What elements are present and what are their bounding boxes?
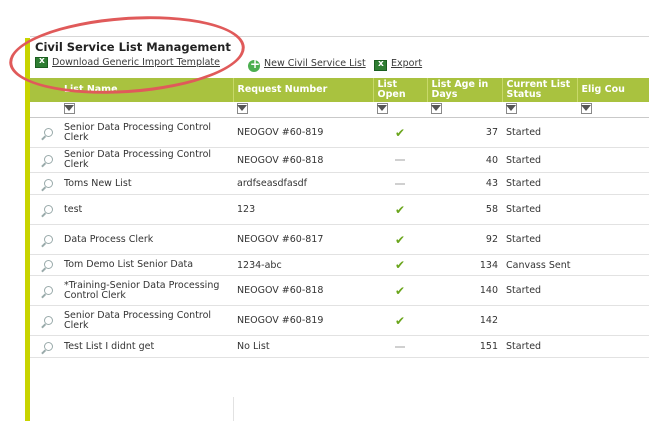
col-header-status[interactable]: Current List Status [502, 78, 578, 102]
list-age: 58 [427, 194, 502, 225]
list-name: Senior Data Processing Control Clerk [64, 121, 212, 143]
add-icon [248, 57, 260, 72]
page-title: Civil Service List Management [35, 40, 231, 54]
new-list-link[interactable]: New Civil Service List [264, 58, 366, 69]
table-row[interactable]: test 123 ✔ 58 Started [30, 194, 649, 225]
request-number: NEOGOV #60-819 [233, 305, 373, 336]
list-status: Started [502, 194, 577, 225]
col-header-request-number[interactable]: Request Number [233, 78, 374, 102]
closed-dash-icon [395, 345, 405, 348]
filter-icon[interactable] [237, 102, 248, 114]
list-name: Senior Data Processing Control Clerk [64, 149, 212, 170]
eligible-count [577, 305, 649, 336]
eligible-count [577, 194, 649, 225]
view-details-icon[interactable] [44, 260, 53, 269]
filter-icon[interactable] [506, 102, 517, 114]
view-details-icon[interactable] [44, 341, 53, 351]
list-age: 151 [427, 335, 502, 358]
table-row[interactable]: Senior Data Processing Control Clerk NEOG… [30, 117, 649, 148]
request-number: NEOGOV #60-818 [233, 147, 373, 173]
col-header-list-age[interactable]: List Age in Days [427, 78, 503, 102]
column-divider [233, 397, 234, 421]
download-template-link[interactable]: Download Generic Import Template [52, 57, 220, 68]
export-excel-icon [374, 59, 387, 71]
list-status: Started [502, 224, 577, 255]
table-row[interactable]: *Training-Senior Data Processing Control… [30, 275, 649, 306]
eligible-count [577, 117, 649, 148]
eligible-count [577, 335, 649, 358]
view-details-icon[interactable] [44, 234, 53, 244]
filter-row [30, 102, 649, 118]
request-number: ardfseasdfasdf [233, 172, 373, 195]
filter-icon[interactable] [431, 102, 442, 114]
list-status: Started [502, 172, 577, 195]
list-age: 43 [427, 172, 502, 195]
view-details-icon[interactable] [44, 204, 53, 214]
request-number: 123 [233, 194, 373, 225]
open-check-icon: ✔ [394, 202, 406, 217]
list-age: 37 [427, 117, 502, 148]
list-age: 142 [427, 305, 502, 336]
list-name: Senior Data Processing Control Clerk [64, 309, 212, 331]
list-status: Started [502, 147, 577, 173]
list-status: Started [502, 275, 577, 306]
list-name: Tom Demo List Senior Data [64, 259, 194, 270]
list-age: 40 [427, 147, 502, 173]
list-name: *Training-Senior Data Processing Control… [64, 279, 220, 301]
request-number: NEOGOV #60-819 [233, 117, 373, 148]
table-row[interactable]: Toms New List ardfseasdfasdf 43 Started [30, 172, 649, 195]
open-check-icon: ✔ [394, 283, 406, 298]
table-row[interactable]: Data Process Clerk NEOGOV #60-817 ✔ 92 Start… [30, 224, 649, 255]
table-row[interactable]: Senior Data Processing Control Clerk NEOG… [30, 147, 649, 173]
table-row[interactable]: Senior Data Processing Control Clerk NEOG… [30, 305, 649, 336]
request-number: NEOGOV #60-818 [233, 275, 373, 306]
list-name: test [64, 203, 83, 215]
civil-service-list-table: List Name Request Number List Open List … [30, 78, 649, 358]
list-name: Test List I didnt get [64, 340, 155, 352]
col-header-list-name[interactable]: List Name [30, 78, 234, 102]
top-rule [30, 36, 649, 37]
eligible-count [577, 224, 649, 255]
table-row[interactable]: Test List I didnt get No List 151 Started [30, 335, 649, 358]
filter-icon[interactable] [377, 102, 388, 114]
view-details-icon[interactable] [44, 178, 53, 188]
col-header-eligible-count[interactable]: Elig Cou [577, 78, 649, 102]
open-check-icon: ✔ [394, 232, 406, 247]
eligible-count [577, 172, 649, 195]
excel-icon [35, 56, 48, 68]
view-details-icon[interactable] [44, 285, 53, 295]
view-details-icon[interactable] [44, 155, 53, 164]
view-details-icon[interactable] [44, 315, 53, 325]
list-status: Started [502, 117, 577, 148]
request-number: 1234-abc [233, 254, 373, 276]
request-number: NEOGOV #60-817 [233, 224, 373, 255]
view-details-icon[interactable] [44, 127, 53, 137]
filter-icon[interactable] [64, 102, 75, 114]
open-check-icon: ✔ [394, 125, 406, 140]
export-link[interactable]: Export [391, 58, 422, 69]
list-age: 140 [427, 275, 502, 306]
list-status: Started [502, 335, 577, 358]
request-number: No List [233, 335, 373, 358]
list-status [502, 305, 577, 336]
eligible-count [577, 147, 649, 173]
closed-dash-icon [395, 159, 405, 161]
closed-dash-icon [395, 182, 405, 185]
eligible-count [577, 254, 649, 276]
table-row[interactable]: Tom Demo List Senior Data 1234-abc ✔ 134 Can… [30, 254, 649, 276]
eligible-count [577, 275, 649, 306]
open-check-icon: ✔ [394, 313, 406, 328]
list-age: 92 [427, 224, 502, 255]
col-header-list-open[interactable]: List Open [373, 78, 428, 102]
list-name: Data Process Clerk [64, 233, 154, 245]
list-age: 134 [427, 254, 502, 276]
list-name: Toms New List [64, 177, 132, 189]
open-check-icon: ✔ [394, 258, 406, 272]
list-status: Canvass Sent [502, 254, 577, 276]
filter-icon[interactable] [581, 102, 592, 114]
